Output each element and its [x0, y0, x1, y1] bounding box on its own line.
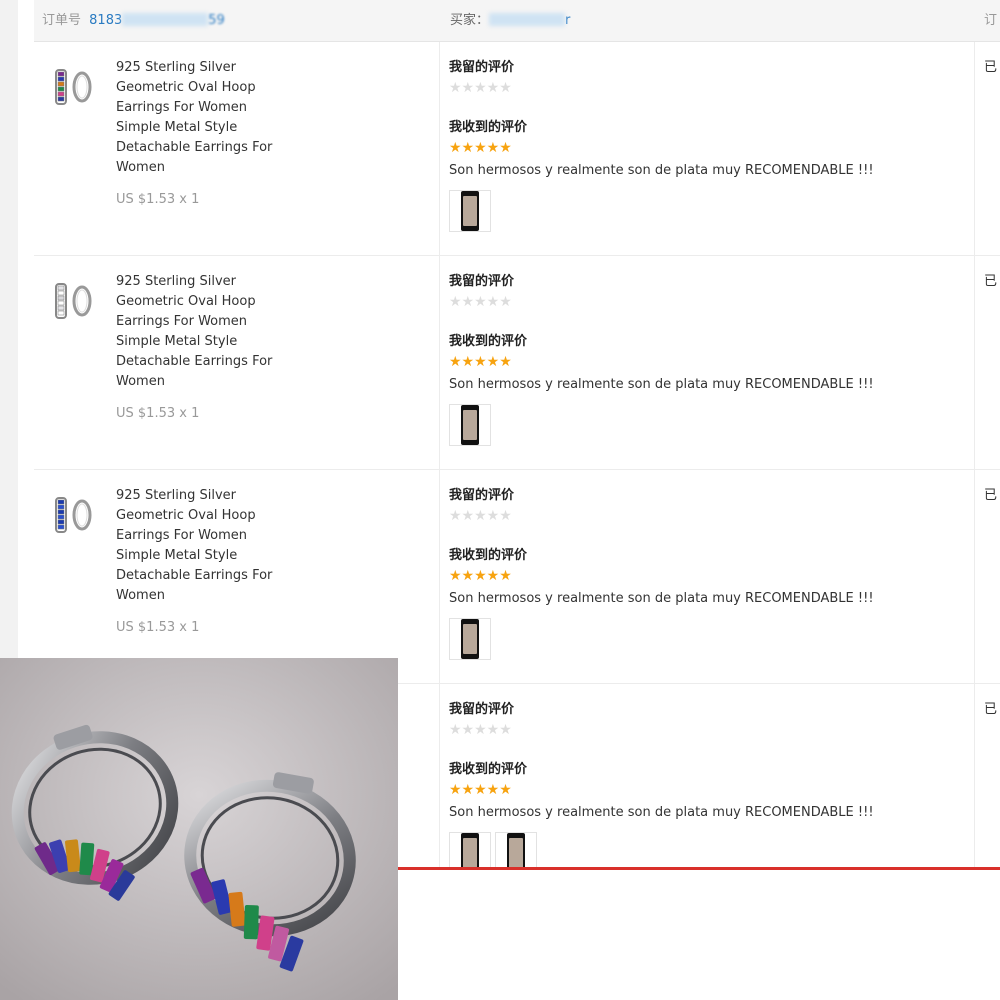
- order-id-value[interactable]: 8183 59: [89, 13, 225, 28]
- blank-area: [398, 870, 1000, 1000]
- received-review-stars: ★★★★★: [449, 782, 512, 798]
- my-review-stars[interactable]: ★★★★★: [449, 294, 512, 310]
- review-photos: [449, 190, 491, 232]
- review-photo-thumbnail[interactable]: [449, 190, 491, 232]
- column-divider: [439, 470, 440, 683]
- received-review-label: 我收到的评价: [449, 762, 528, 777]
- order-item-row: 925 Sterling Silver Geometric Oval Hoop …: [34, 42, 1000, 256]
- order-item-row: 925 Sterling Silver Geometric Oval Hoop …: [34, 256, 1000, 470]
- order-status: 已: [984, 488, 998, 503]
- order-status: 已: [984, 60, 998, 75]
- product-price: US $1.53 x 1: [116, 620, 200, 635]
- review-photo-thumbnail[interactable]: [449, 618, 491, 660]
- order-header: 订单号 8183 59 买家： r 订: [34, 0, 1000, 42]
- product-price: US $1.53 x 1: [116, 406, 200, 421]
- buyer-name-suffix[interactable]: r: [565, 13, 570, 28]
- phone-screen: [463, 838, 477, 868]
- product-thumbnail[interactable]: [52, 64, 96, 108]
- review-comment: Son hermosos y realmente son de plata mu…: [449, 805, 874, 820]
- order-id-label: 订单号: [42, 13, 82, 28]
- received-review-label: 我收到的评价: [449, 120, 528, 135]
- column-divider: [439, 684, 440, 897]
- received-review-stars: ★★★★★: [449, 354, 512, 370]
- phone-photo-icon: [461, 619, 479, 659]
- column-divider: [974, 470, 975, 683]
- review-comment: Son hermosos y realmente son de plata mu…: [449, 377, 874, 392]
- redacted-buyer-name: [489, 13, 566, 26]
- rainbow-hoop-earrings-photo: [0, 658, 398, 1000]
- received-review-label: 我收到的评价: [449, 334, 528, 349]
- my-review-label: 我留的评价: [449, 274, 515, 289]
- earring-thumbnail-icon: [55, 69, 92, 105]
- my-review-stars[interactable]: ★★★★★: [449, 80, 512, 96]
- buyer-label: 买家：: [450, 13, 490, 28]
- column-divider: [974, 684, 975, 897]
- order-status: 已: [984, 274, 998, 289]
- my-review-label: 我留的评价: [449, 60, 515, 75]
- product-thumbnail[interactable]: [52, 492, 96, 536]
- phone-screen: [463, 410, 477, 440]
- status-column-header: 订: [984, 13, 998, 28]
- order-item-row: 925 Sterling Silver Geometric Oval Hoop …: [34, 470, 1000, 684]
- column-divider: [974, 256, 975, 469]
- column-divider: [439, 42, 440, 255]
- phone-screen: [463, 624, 477, 654]
- my-review-label: 我留的评价: [449, 488, 515, 503]
- review-comment: Son hermosos y realmente son de plata mu…: [449, 591, 874, 606]
- product-thumbnail[interactable]: [52, 278, 96, 322]
- received-review-stars: ★★★★★: [449, 568, 512, 584]
- earring-thumbnail-icon: [55, 283, 92, 319]
- phone-photo-icon: [461, 405, 479, 445]
- my-review-label: 我留的评价: [449, 702, 515, 717]
- order-status: 已: [984, 702, 998, 717]
- received-review-stars: ★★★★★: [449, 140, 512, 156]
- phone-screen: [463, 196, 477, 226]
- review-comment: Son hermosos y realmente son de plata mu…: [449, 163, 874, 178]
- earring-thumbnail-icon: [55, 497, 92, 533]
- product-price: US $1.53 x 1: [116, 192, 200, 207]
- my-review-stars[interactable]: ★★★★★: [449, 508, 512, 524]
- review-photos: [449, 404, 491, 446]
- buyer: 买家： r: [450, 9, 570, 28]
- phone-photo-icon: [461, 191, 479, 231]
- phone-screen: [509, 838, 523, 868]
- enlarged-review-photo[interactable]: [0, 658, 398, 1000]
- product-title[interactable]: 925 Sterling Silver Geometric Oval Hoop …: [116, 486, 276, 606]
- column-divider: [974, 42, 975, 255]
- redacted-order-number: [122, 13, 209, 26]
- my-review-stars[interactable]: ★★★★★: [449, 722, 512, 738]
- product-title[interactable]: 925 Sterling Silver Geometric Oval Hoop …: [116, 272, 276, 392]
- review-photos: [449, 618, 491, 660]
- order-id: 订单号 8183 59: [42, 9, 225, 28]
- product-title[interactable]: 925 Sterling Silver Geometric Oval Hoop …: [116, 58, 276, 178]
- column-divider: [439, 256, 440, 469]
- received-review-label: 我收到的评价: [449, 548, 528, 563]
- review-photo-thumbnail[interactable]: [449, 404, 491, 446]
